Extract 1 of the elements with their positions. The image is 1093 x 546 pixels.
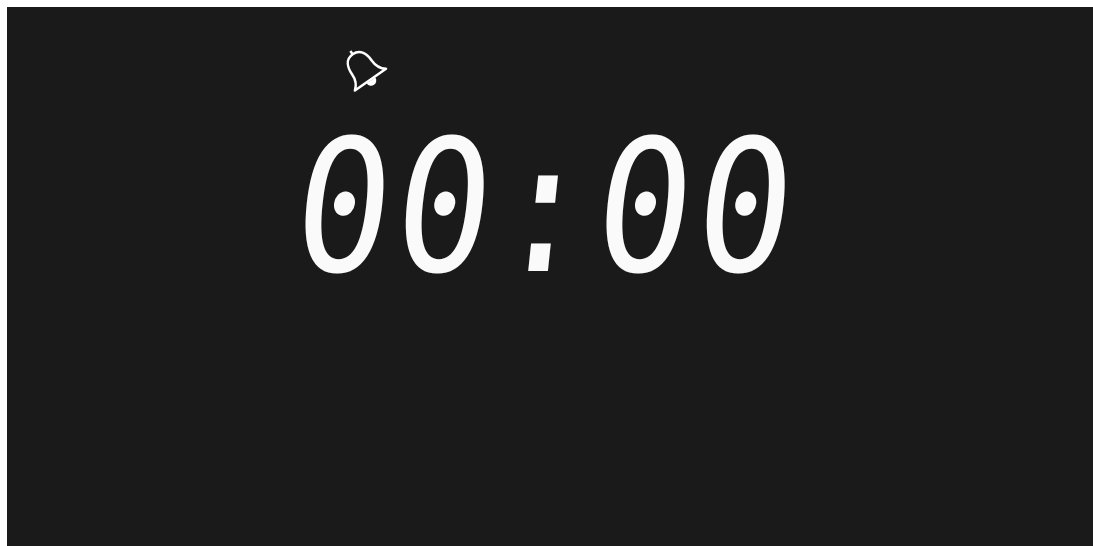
clock-time: 00:00 bbox=[286, 121, 807, 294]
